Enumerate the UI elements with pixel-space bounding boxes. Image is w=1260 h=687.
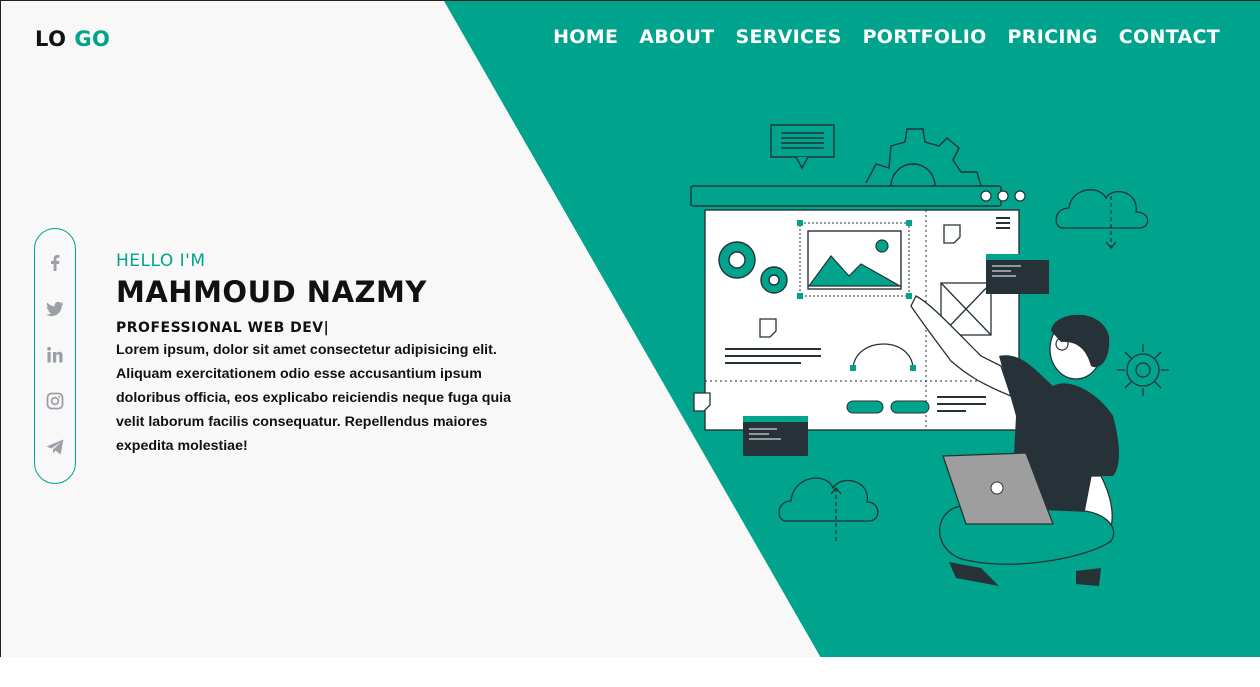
- main-nav: HOME ABOUT SERVICES PORTFOLIO PRICING CO…: [553, 26, 1220, 48]
- logo-part-1: LO: [35, 27, 67, 51]
- small-gear-icon: [1117, 344, 1169, 396]
- facebook-icon[interactable]: [45, 253, 65, 273]
- browser-window: [693, 209, 1020, 431]
- logo[interactable]: LO GO: [35, 27, 110, 51]
- window-top-bar: [690, 185, 1026, 207]
- speech-bubble-icon: [770, 124, 835, 170]
- telegram-icon[interactable]: [45, 437, 65, 457]
- logo-part-2: GO: [74, 27, 111, 51]
- developer-illustration: [690, 124, 1169, 586]
- nav-pricing[interactable]: PRICING: [1008, 26, 1098, 48]
- twitter-icon[interactable]: [45, 299, 65, 319]
- gear-icon: [865, 128, 982, 187]
- cloud-upload-icon: [778, 477, 879, 541]
- hero-name: MAHMOUD NAZMY: [116, 275, 427, 309]
- nav-portfolio[interactable]: PORTFOLIO: [863, 26, 987, 48]
- nav-home[interactable]: HOME: [553, 26, 618, 48]
- instagram-icon[interactable]: [45, 391, 65, 411]
- intro-description: Lorem ipsum, dolor sit amet consectetur …: [116, 342, 511, 454]
- role-text: PROFESSIONAL WEB DEV|: [116, 320, 330, 336]
- greeting-text: HELLO I'M: [116, 251, 206, 271]
- nav-about[interactable]: ABOUT: [639, 26, 714, 48]
- linkedin-icon[interactable]: [45, 345, 65, 365]
- code-card-top: [986, 254, 1049, 294]
- nav-services[interactable]: SERVICES: [735, 26, 841, 48]
- hero-section: LO GO HOME ABOUT SERVICES PORTFOLIO PRIC…: [0, 0, 1260, 657]
- intro-block: HELLO I'M MAHMOUD NAZMY PROFESSIONAL WEB…: [116, 251, 556, 458]
- nav-contact[interactable]: CONTACT: [1119, 26, 1220, 48]
- social-links: [34, 228, 76, 484]
- cloud-download-icon: [1055, 189, 1149, 250]
- code-card-bottom: [743, 416, 808, 456]
